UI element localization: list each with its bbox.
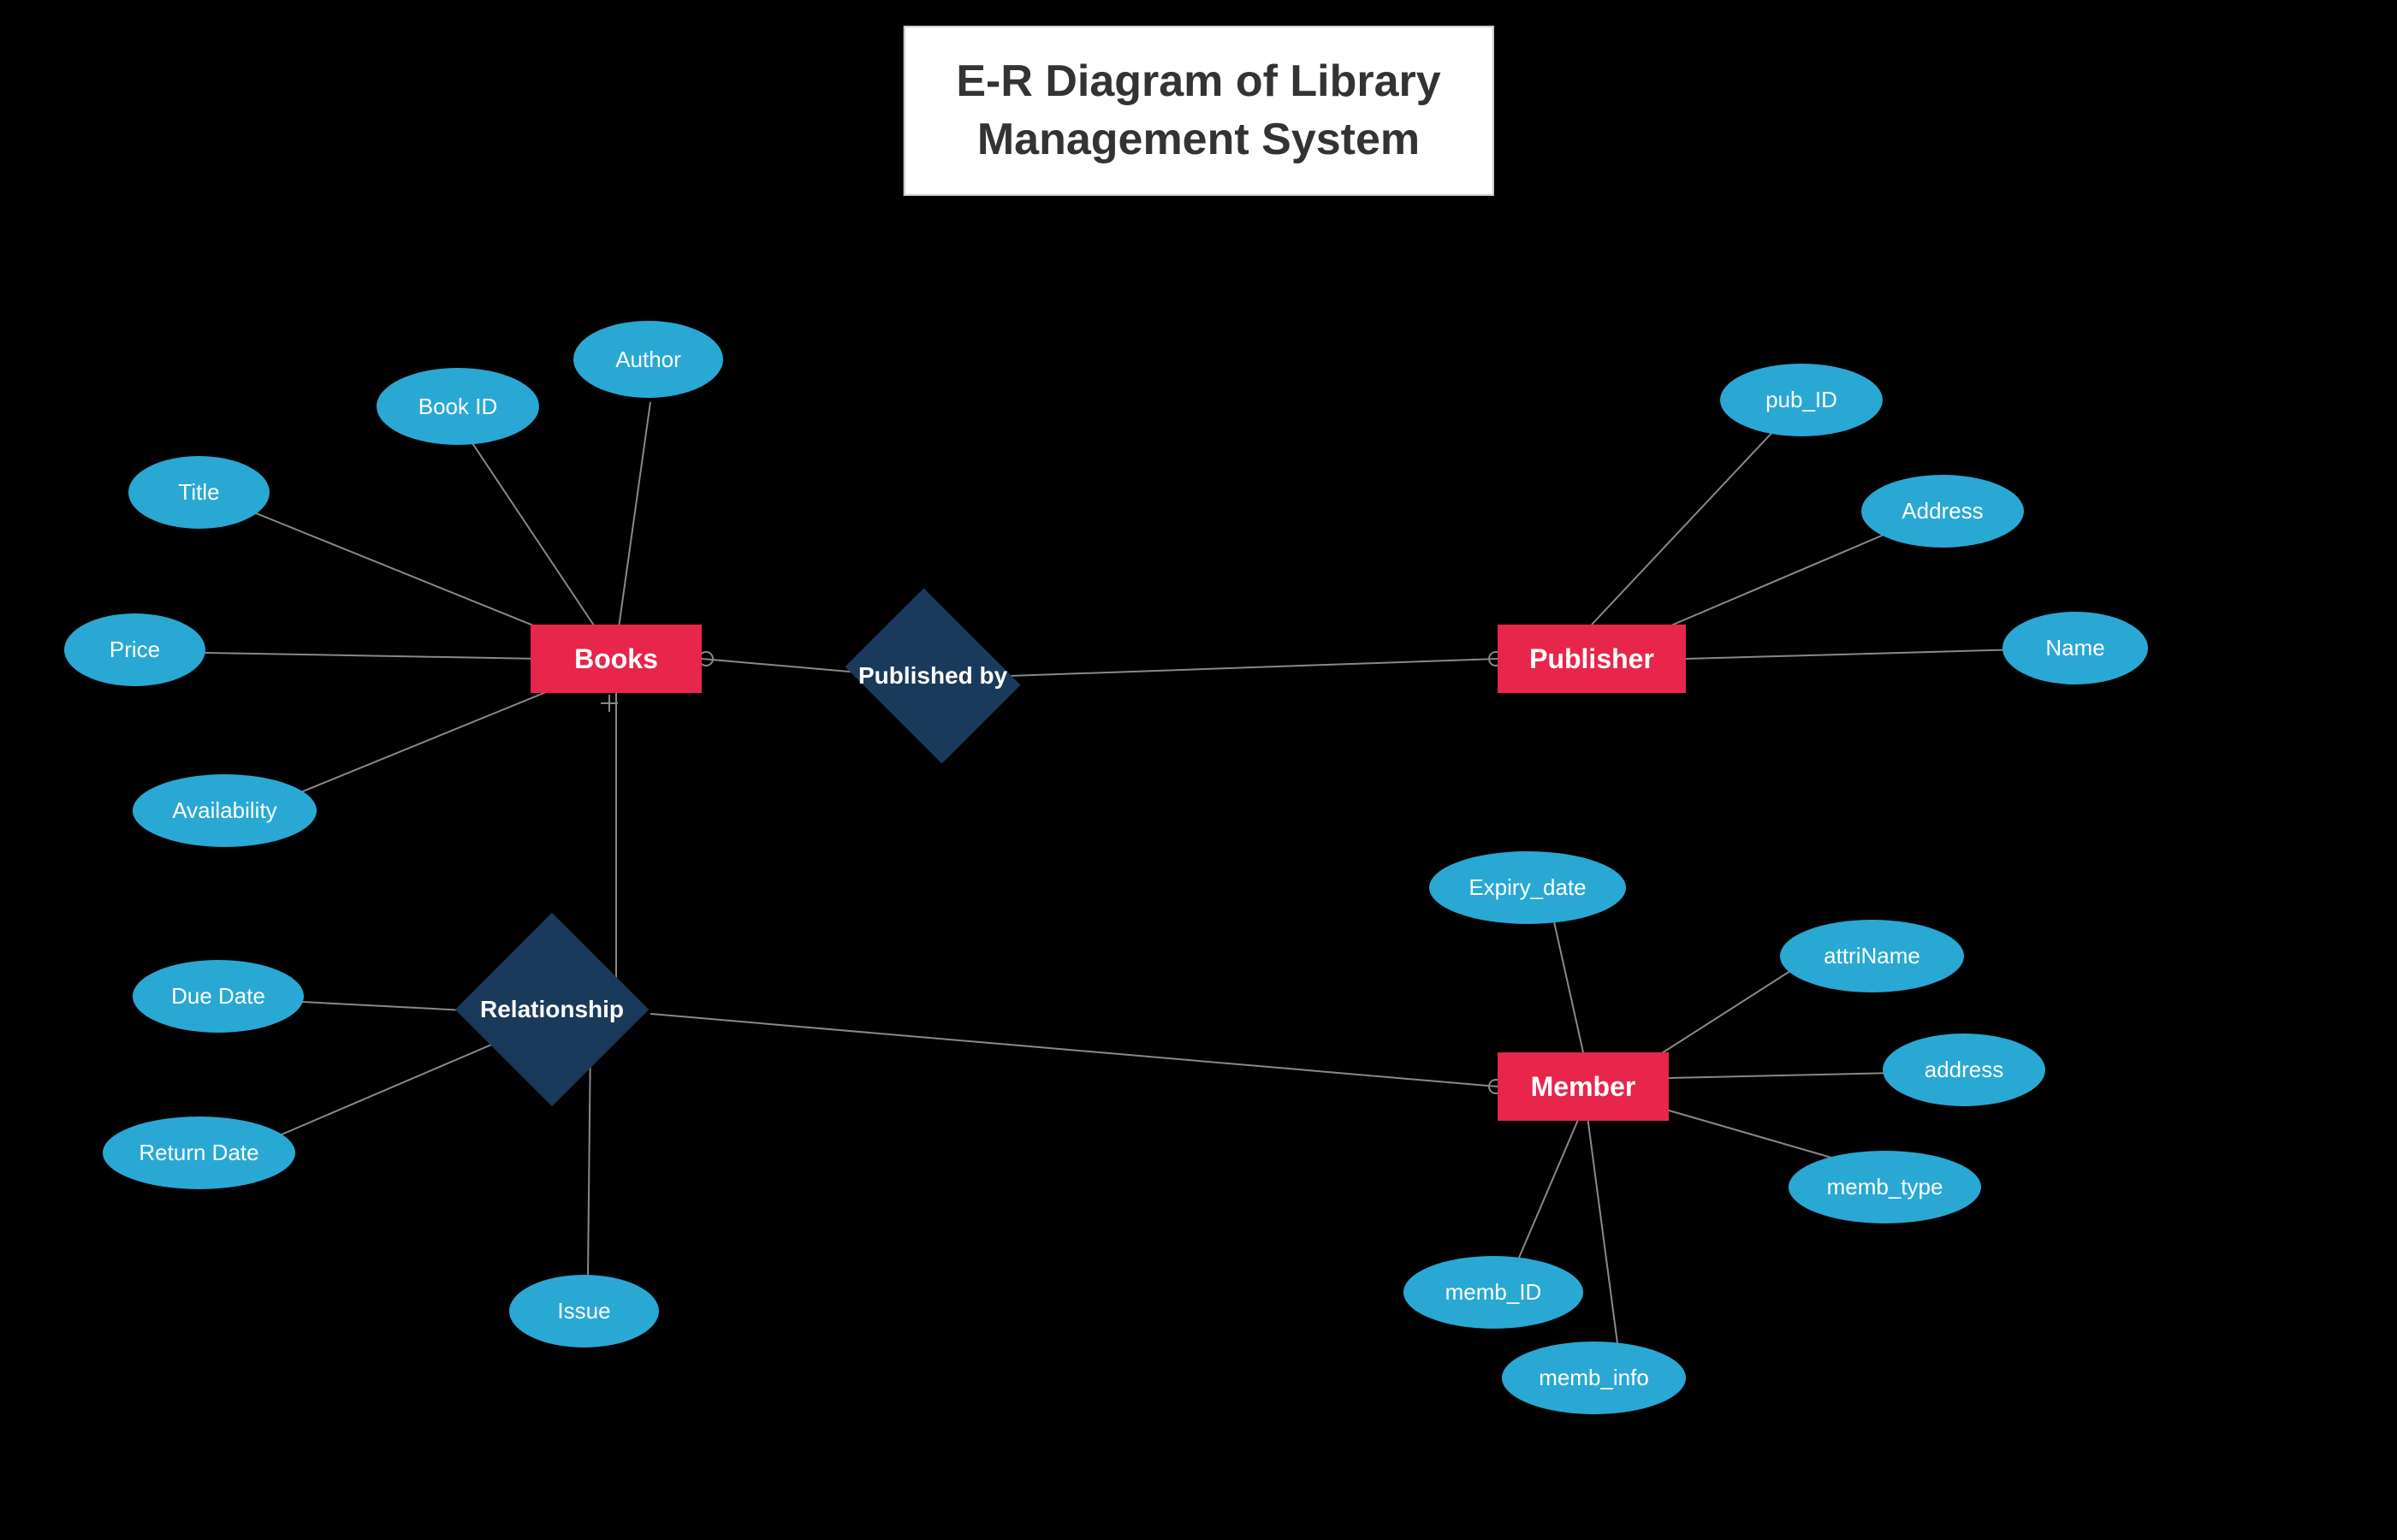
attr-author: Author xyxy=(573,321,723,398)
attr-due-date: Due Date xyxy=(133,960,304,1033)
attr-memb-id: memb_ID xyxy=(1403,1256,1583,1329)
attr-issue: Issue xyxy=(509,1275,659,1348)
attr-address-pub: Address xyxy=(1861,475,2024,548)
attr-memb-info: memb_info xyxy=(1502,1342,1686,1414)
attr-availability: Availability xyxy=(133,774,317,847)
attr-memb-type: memb_type xyxy=(1789,1151,1981,1223)
attr-expiry-date: Expiry_date xyxy=(1429,851,1626,924)
attr-price: Price xyxy=(64,613,205,686)
attr-book-id: Book ID xyxy=(377,368,539,445)
entity-publisher: Publisher xyxy=(1498,625,1686,693)
attr-pub-id: pub_ID xyxy=(1720,364,1883,436)
entity-books: Books xyxy=(531,625,702,693)
attr-address-mem: address xyxy=(1883,1034,2045,1106)
attr-return-date: Return Date xyxy=(103,1116,295,1189)
attr-title: Title xyxy=(128,456,270,529)
entity-member: Member xyxy=(1498,1052,1669,1121)
attr-attri-name: attriName xyxy=(1780,920,1964,992)
diagram-lines xyxy=(0,0,2397,1540)
attr-name-pub: Name xyxy=(2002,612,2148,684)
